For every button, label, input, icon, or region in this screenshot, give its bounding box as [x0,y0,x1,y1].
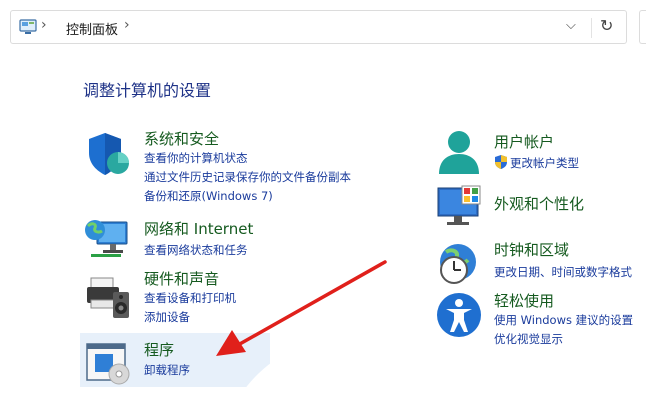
category-hardware-sound[interactable]: 硬件和声音 [144,268,219,289]
accessibility-icon[interactable] [436,292,482,338]
programs-disc-icon[interactable] [85,340,131,386]
shield-icon[interactable] [85,131,131,177]
breadcrumb-separator[interactable]: › [124,17,130,33]
category-programs[interactable]: 程序 [144,339,174,360]
address-bar[interactable]: › 控制面板 › ⌵ ↻ [10,10,627,44]
clock-globe-icon[interactable] [434,240,480,286]
refresh-button[interactable]: ↻ [600,16,613,35]
category-ease-of-access[interactable]: 轻松使用 [494,290,554,311]
breadcrumb-separator: › [41,17,47,33]
link-file-history-backup[interactable]: 通过文件历史记录保存你的文件备份副本 [144,169,351,185]
link-optimize-visual-display[interactable]: 优化视觉显示 [494,331,563,347]
uac-shield-icon [494,154,508,169]
category-user-accounts[interactable]: 用户帐户 [494,131,554,152]
page-title: 调整计算机的设置 [83,81,212,100]
network-globe-icon[interactable] [83,216,129,262]
address-history-dropdown[interactable]: ⌵ [566,18,576,33]
link-add-device[interactable]: 添加设备 [144,309,190,325]
address-divider [591,18,592,38]
link-view-devices-printers[interactable]: 查看设备和打印机 [144,290,236,306]
breadcrumb-control-panel[interactable]: 控制面板 [66,19,118,38]
link-view-computer-status[interactable]: 查看你的计算机状态 [144,150,248,166]
link-change-account-type[interactable]: 更改帐户类型 [510,155,579,171]
link-change-date-time-format[interactable]: 更改日期、时间或数字格式 [494,264,632,280]
category-system-security[interactable]: 系统和安全 [144,128,219,149]
monitor-palette-icon[interactable] [436,184,482,230]
user-account-icon[interactable] [436,128,482,174]
search-box[interactable] [639,10,646,44]
control-panel-icon [19,19,37,35]
link-uninstall-program[interactable]: 卸载程序 [144,362,190,378]
category-network-internet[interactable]: 网络和 Internet [144,218,253,239]
category-clock-region[interactable]: 时钟和区域 [494,239,569,260]
link-view-network-status[interactable]: 查看网络状态和任务 [144,242,248,258]
printer-speaker-icon[interactable] [85,274,131,320]
link-use-windows-recommended-settings[interactable]: 使用 Windows 建议的设置 [494,312,633,328]
category-appearance-personalization[interactable]: 外观和个性化 [494,193,584,214]
link-backup-restore[interactable]: 备份和还原(Windows 7) [144,188,273,204]
